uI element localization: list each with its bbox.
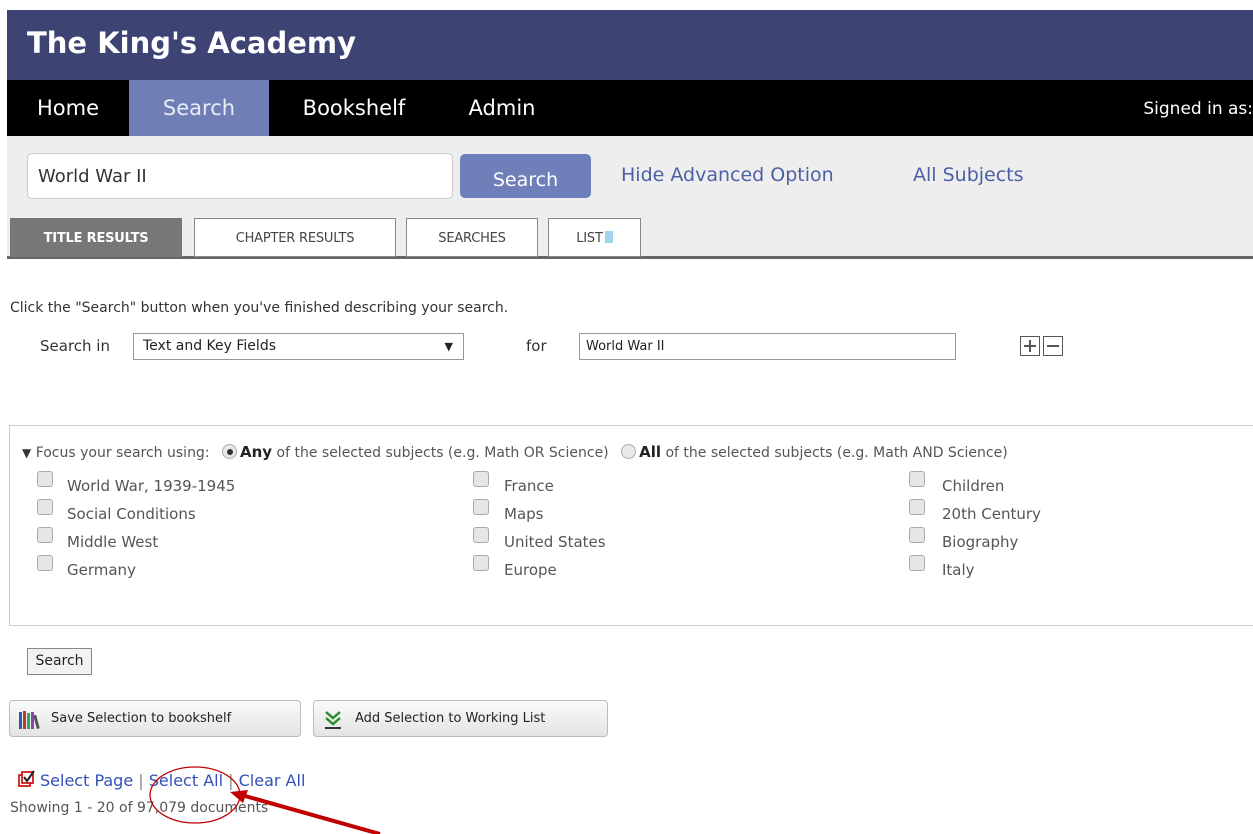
tab-list-label: LIST bbox=[576, 231, 603, 246]
radio-any[interactable] bbox=[222, 444, 237, 459]
advanced-search-button[interactable]: Search bbox=[27, 648, 92, 675]
nav-item-search[interactable]: Search bbox=[129, 80, 269, 136]
subject-label: Germany bbox=[67, 561, 136, 579]
subject-checkbox[interactable] bbox=[473, 555, 489, 571]
subject-checkbox[interactable] bbox=[909, 499, 925, 515]
subject-label: 20th Century bbox=[942, 505, 1041, 523]
search-input[interactable] bbox=[27, 153, 453, 199]
subject-label: Europe bbox=[504, 561, 557, 579]
subject-label: United States bbox=[504, 533, 606, 551]
subject-checkbox[interactable] bbox=[37, 555, 53, 571]
subject-checkbox[interactable] bbox=[909, 527, 925, 543]
subject-label: France bbox=[504, 477, 554, 495]
subject-label: Italy bbox=[942, 561, 975, 579]
search-in-label: Search in bbox=[40, 337, 110, 355]
search-instruction: Click the "Search" button when you've fi… bbox=[10, 300, 509, 316]
tab-list[interactable]: LIST bbox=[548, 218, 641, 257]
checkbox-select-icon bbox=[18, 770, 35, 787]
selection-links: Select Page | Select All | Clear All bbox=[18, 770, 305, 790]
subject-checkbox[interactable] bbox=[909, 555, 925, 571]
tab-chapter-results[interactable]: CHAPTER RESULTS bbox=[194, 218, 396, 257]
nav-item-admin[interactable]: Admin bbox=[447, 80, 557, 136]
save-to-bookshelf-label: Save Selection to bookshelf bbox=[51, 711, 232, 726]
subject-label: Biography bbox=[942, 533, 1019, 551]
search-button[interactable]: Search bbox=[460, 154, 591, 198]
focus-options: ▼ Focus your search using: Any of the se… bbox=[22, 443, 1008, 461]
results-count: Showing 1 - 20 of 97,079 documents bbox=[10, 800, 269, 816]
any-label: Any bbox=[240, 443, 273, 461]
radio-all[interactable] bbox=[621, 444, 637, 459]
remove-row-icon[interactable] bbox=[1043, 336, 1063, 356]
list-icon bbox=[604, 231, 613, 243]
subject-checkbox[interactable] bbox=[473, 499, 489, 515]
search-bar: Search Hide Advanced Option All Subjects… bbox=[7, 136, 1253, 259]
for-input[interactable] bbox=[579, 333, 956, 360]
subject-checkbox[interactable] bbox=[37, 499, 53, 515]
add-to-list-icon bbox=[325, 711, 341, 729]
select-page-link[interactable]: Select Page bbox=[40, 771, 133, 790]
for-label: for bbox=[526, 337, 547, 355]
clear-all-link[interactable]: Clear All bbox=[239, 771, 306, 790]
books-icon bbox=[19, 711, 40, 730]
site-title: The King's Academy bbox=[27, 26, 356, 60]
focus-subjects-panel: ▼ Focus your search using: Any of the se… bbox=[9, 425, 1253, 626]
add-to-working-list-label: Add Selection to Working List bbox=[355, 711, 546, 726]
subject-checkbox[interactable] bbox=[37, 527, 53, 543]
subject-label: Maps bbox=[504, 505, 544, 523]
signed-in-label: Signed in as: bbox=[1143, 99, 1253, 119]
search-in-select[interactable]: Text and Key Fields ▼ bbox=[133, 333, 464, 360]
subject-label: Middle West bbox=[67, 533, 159, 551]
all-label: All bbox=[639, 443, 662, 461]
all-description: of the selected subjects (e.g. Math AND … bbox=[665, 445, 1008, 461]
subject-checkbox[interactable] bbox=[473, 471, 489, 487]
tab-title-results[interactable]: TITLE RESULTS bbox=[10, 218, 182, 257]
collapse-triangle-icon[interactable]: ▼ bbox=[22, 446, 31, 460]
nav-item-bookshelf[interactable]: Bookshelf bbox=[279, 80, 429, 136]
nav-item-home[interactable]: Home bbox=[7, 80, 129, 136]
any-description: of the selected subjects (e.g. Math OR S… bbox=[276, 445, 609, 461]
subject-label: Children bbox=[942, 477, 1005, 495]
search-in-value: Text and Key Fields bbox=[143, 338, 276, 354]
separator: | bbox=[228, 771, 234, 790]
app-header: The King's Academy bbox=[7, 10, 1253, 80]
separator: | bbox=[138, 771, 144, 790]
save-to-bookshelf-button[interactable]: Save Selection to bookshelf bbox=[9, 700, 301, 737]
tab-searches[interactable]: SEARCHES bbox=[406, 218, 538, 257]
focus-label: Focus your search using: bbox=[35, 445, 210, 461]
add-row-icon[interactable] bbox=[1020, 336, 1040, 356]
subject-checkbox[interactable] bbox=[473, 527, 489, 543]
subject-checkbox[interactable] bbox=[909, 471, 925, 487]
subject-checkbox[interactable] bbox=[37, 471, 53, 487]
subject-label: World War, 1939-1945 bbox=[67, 477, 236, 495]
select-all-link[interactable]: Select All bbox=[149, 771, 223, 790]
dropdown-arrow-icon: ▼ bbox=[444, 340, 453, 353]
main-nav: Home Search Bookshelf Admin Signed in as… bbox=[7, 80, 1253, 136]
subject-label: Social Conditions bbox=[67, 505, 196, 523]
all-subjects-link[interactable]: All Subjects bbox=[913, 164, 1024, 186]
hide-advanced-option-link[interactable]: Hide Advanced Option bbox=[621, 164, 834, 186]
add-to-working-list-button[interactable]: Add Selection to Working List bbox=[313, 700, 608, 737]
